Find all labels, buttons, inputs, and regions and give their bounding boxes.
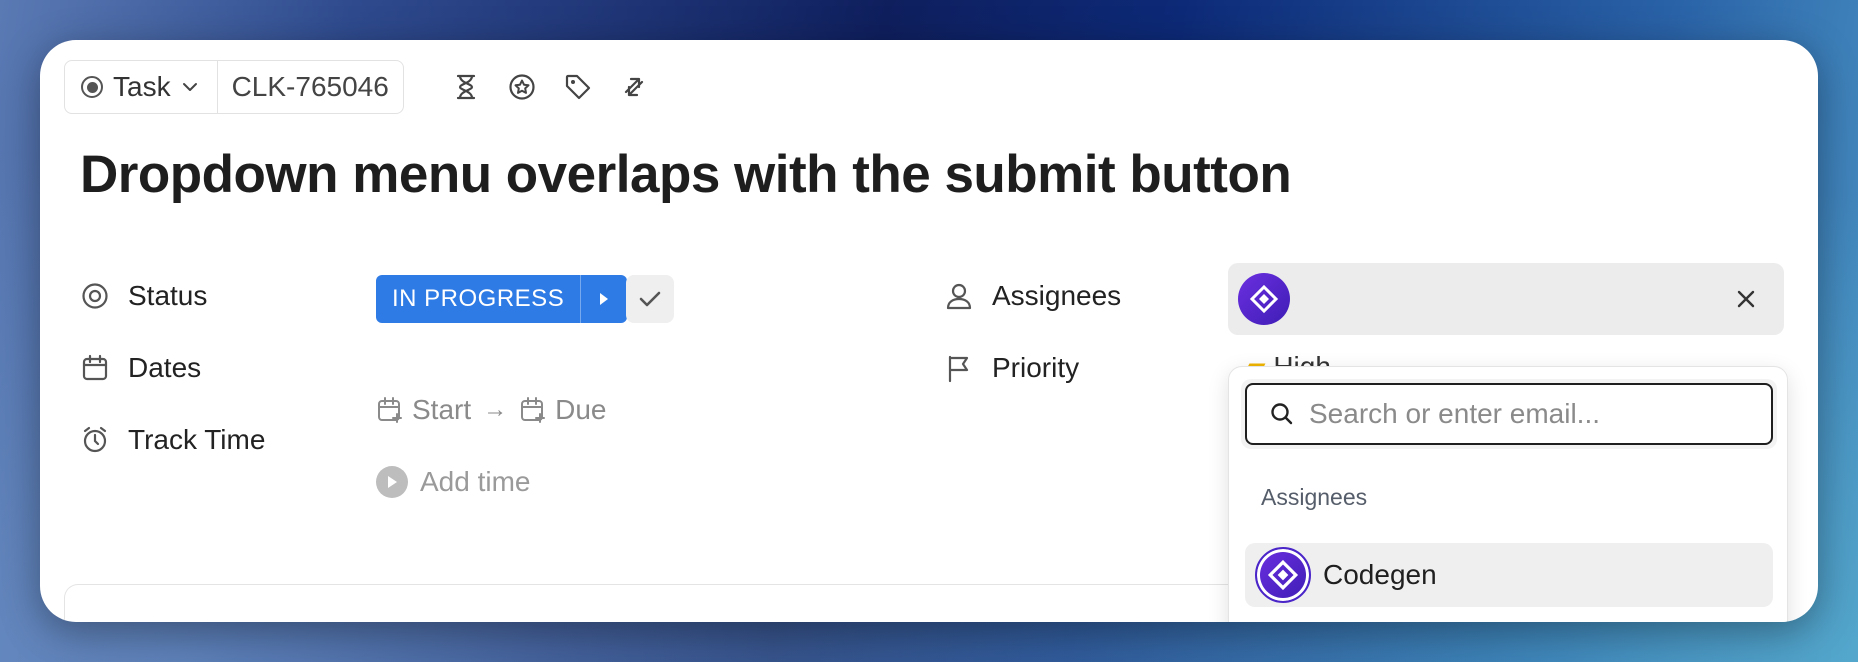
user-icon xyxy=(944,281,974,311)
add-time-button[interactable]: Add time xyxy=(376,466,531,498)
search-box xyxy=(1245,383,1773,445)
flag-icon xyxy=(944,353,974,383)
task-window: Task CLK-765046 Dropdown menu overlaps w… xyxy=(40,40,1818,622)
calendar-icon xyxy=(80,353,110,383)
calendar-add-icon xyxy=(521,397,546,423)
dates-field-label: Dates xyxy=(80,352,201,384)
list-item[interactable]: Codegen xyxy=(1245,543,1773,607)
status-label: Status xyxy=(128,280,208,311)
search-icon xyxy=(1271,403,1293,425)
section-label: Assignees xyxy=(1261,484,1368,510)
complete-button[interactable] xyxy=(626,275,674,323)
status-next-button[interactable] xyxy=(581,275,628,323)
task-type-icon xyxy=(81,76,103,98)
assignee-dropdown: Assignees Codegen xyxy=(1228,366,1788,622)
due-date-label: Due xyxy=(555,394,607,425)
chevron-down-icon xyxy=(182,83,197,91)
track-time-label: Track Time xyxy=(128,424,266,455)
codegen-logo-icon xyxy=(1249,284,1279,314)
dates-label: Dates xyxy=(128,352,202,383)
task-id[interactable]: CLK-765046 xyxy=(218,61,403,113)
assignee-selector[interactable] xyxy=(1228,263,1784,335)
tag-icon[interactable] xyxy=(560,69,596,105)
calendar-add-icon xyxy=(378,397,402,423)
avatar xyxy=(1238,273,1290,325)
assignees-field-label: Assignees xyxy=(944,280,1121,312)
clear-icon[interactable] xyxy=(1730,283,1762,315)
task-title[interactable]: Dropdown menu overlaps with the submit b… xyxy=(80,144,1292,205)
start-date-label: Start xyxy=(412,394,472,425)
task-toolbar: Task CLK-765046 xyxy=(64,60,652,114)
toolbar-actions xyxy=(448,69,652,105)
badge-star-icon[interactable] xyxy=(504,69,540,105)
check-icon xyxy=(639,291,661,307)
caret-right-icon xyxy=(600,293,609,305)
due-date-button[interactable]: Due xyxy=(519,394,607,426)
dates-value: Start → Due xyxy=(376,394,607,426)
assignees-label: Assignees xyxy=(992,280,1122,311)
avatar xyxy=(1255,547,1311,603)
search-input[interactable] xyxy=(1309,398,1729,430)
task-type-label: Task xyxy=(113,71,171,102)
priority-field-label: Priority xyxy=(944,352,1079,384)
alarm-clock-icon xyxy=(80,425,110,455)
date-arrow: → xyxy=(483,396,508,423)
option-name: Codegen xyxy=(1323,559,1437,590)
task-type-dropdown[interactable]: Task xyxy=(65,61,218,113)
priority-label: Priority xyxy=(992,352,1080,383)
search-wrapper xyxy=(1241,379,1777,449)
status-icon xyxy=(80,281,110,311)
add-time-label: Add time xyxy=(420,466,531,497)
status-value[interactable]: IN PROGRESS xyxy=(376,275,582,323)
codegen-logo-icon xyxy=(1267,559,1299,591)
play-icon xyxy=(376,466,408,498)
status-pill[interactable]: IN PROGRESS xyxy=(376,275,628,323)
start-date-button[interactable]: Start xyxy=(376,394,471,426)
sync-icon[interactable] xyxy=(616,69,652,105)
task-type-group: Task CLK-765046 xyxy=(64,60,404,114)
track-time-field-label: Track Time xyxy=(80,424,265,456)
status-field-label: Status xyxy=(80,280,207,312)
content-divider xyxy=(64,584,1264,622)
hourglass-icon[interactable] xyxy=(448,69,484,105)
